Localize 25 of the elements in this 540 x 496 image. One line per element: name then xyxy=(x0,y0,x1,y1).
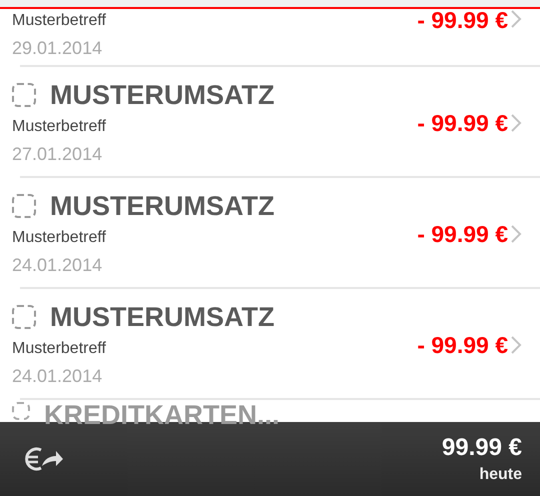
transaction-date: 27.01.2014 xyxy=(12,143,104,166)
chevron-icon[interactable] xyxy=(510,9,522,29)
transaction-amount: - 99.99 € xyxy=(417,110,508,136)
checkbox[interactable] xyxy=(12,83,36,107)
transaction-date: 24.01.2014 xyxy=(12,365,104,388)
chevron-icon[interactable] xyxy=(510,113,522,133)
transaction-date: 24.01.2014 xyxy=(12,254,104,277)
transaction-subtitle: Musterbetreff xyxy=(12,339,107,359)
checkbox[interactable] xyxy=(12,305,36,329)
checkbox[interactable] xyxy=(12,402,30,420)
checkbox[interactable] xyxy=(12,194,36,218)
date-label: heute xyxy=(479,466,522,484)
total-amount: 99.99 € xyxy=(442,434,522,462)
transaction-amount: - 99.99 € xyxy=(417,332,508,358)
transaction-date: 29.01.2014 xyxy=(12,37,104,60)
transaction-amount: - 99.99 € xyxy=(417,7,508,34)
transaction-subtitle: Musterbetreff xyxy=(12,117,107,137)
transaction-title: MUSTERUMSATZ xyxy=(50,190,274,222)
chevron-icon[interactable] xyxy=(510,335,522,355)
chevron-icon[interactable] xyxy=(510,224,522,244)
transaction-title: MUSTERUMSATZ xyxy=(50,302,274,332)
transaction-amount: - 99.99 € xyxy=(417,220,508,248)
transaction-title: MUSTERUMSATZ xyxy=(50,80,274,110)
transaction-subtitle: Musterbetreff xyxy=(12,228,107,248)
transaction-subtitle: Musterbetreff xyxy=(12,11,107,31)
